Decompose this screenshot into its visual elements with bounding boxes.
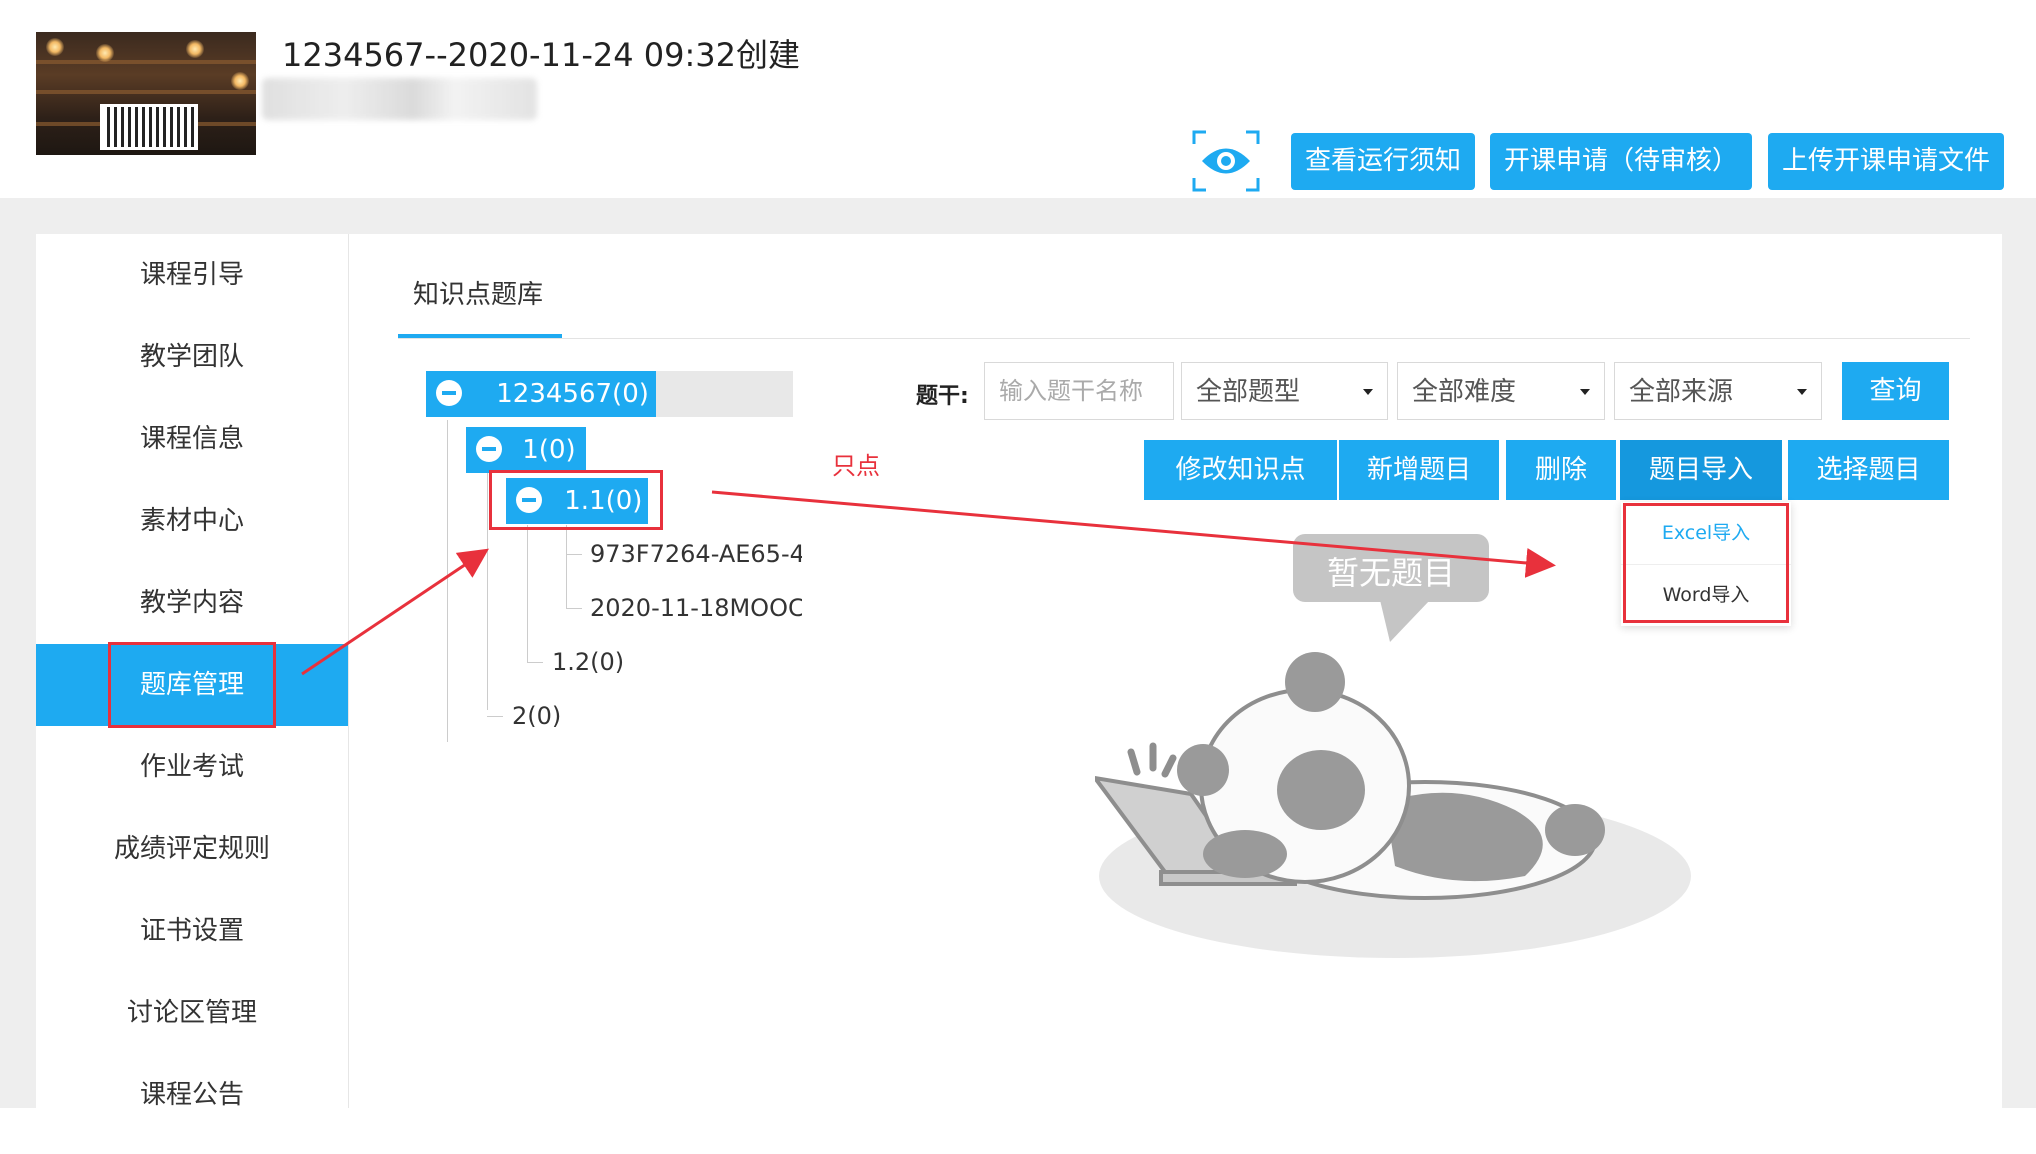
collapse-icon[interactable] — [516, 486, 542, 513]
annotation-note: 只点 — [832, 452, 880, 480]
tree-node-1-label: 1(0) — [522, 435, 576, 465]
sidebar-item-course-info[interactable]: 课程信息 — [36, 398, 348, 481]
tree-connector — [447, 420, 448, 742]
sidebar: 课程引导 教学团队 课程信息 素材中心 教学内容 题库管理 作业考试 成绩评定规… — [36, 234, 349, 1108]
tree-node-1-2[interactable]: 1.2(0) — [552, 648, 624, 676]
upload-apply-file-button[interactable]: 上传开课申请文件 — [1768, 133, 2004, 190]
sidebar-item-material-center[interactable]: 素材中心 — [36, 480, 348, 563]
tab-knowledge-point-bank[interactable]: 知识点题库 — [413, 274, 543, 311]
tree-connector — [487, 470, 488, 710]
sidebar-item-homework-exam[interactable]: 作业考试 — [36, 726, 348, 809]
tree-leaf-question-a[interactable]: 973F7264-AE65-4 — [590, 540, 802, 568]
tree-node-root[interactable]: 1234567(0) — [426, 371, 656, 417]
import-questions-button[interactable]: 题目导入 — [1620, 440, 1782, 500]
tree-node-2[interactable]: 2(0) — [512, 702, 561, 730]
tree-node-1[interactable]: 1(0) — [466, 427, 586, 473]
course-apply-button[interactable]: 开课申请（待审核） — [1490, 133, 1752, 190]
sidebar-item-teaching-content[interactable]: 教学内容 — [36, 562, 348, 645]
tree-connector — [566, 554, 582, 555]
tree-connector — [527, 525, 528, 663]
question-type-value: 全部题型 — [1196, 377, 1301, 407]
tree-node-root-highlight — [656, 371, 793, 417]
collapse-icon[interactable] — [436, 379, 462, 406]
preview-eye-icon[interactable] — [1192, 130, 1260, 192]
view-run-notes-button[interactable]: 查看运行须知 — [1291, 133, 1475, 190]
tree-node-1-1[interactable]: 1.1(0) — [506, 478, 648, 524]
caret-down-icon — [1797, 389, 1807, 395]
add-question-button[interactable]: 新增题目 — [1339, 440, 1499, 500]
question-type-select[interactable]: 全部题型 — [1181, 362, 1388, 420]
stem-search-input[interactable] — [984, 362, 1174, 420]
course-title: 1234567--2020-11-24 09:32创建 — [282, 36, 800, 74]
edit-knowledge-point-button[interactable]: 修改知识点 — [1144, 440, 1337, 500]
sidebar-item-announcement[interactable]: 课程公告 — [36, 1054, 348, 1108]
import-dropdown-menu: Excel导入 Word导入 — [1621, 502, 1791, 626]
course-subtitle-redacted — [262, 78, 537, 120]
sidebar-item-grading-rules[interactable]: 成绩评定规则 — [36, 808, 348, 891]
tree-leaf-question-b[interactable]: 2020-11-18MOOC, — [590, 594, 802, 622]
query-button[interactable]: 查询 — [1842, 362, 1949, 420]
source-value: 全部来源 — [1629, 377, 1734, 407]
tab-divider — [398, 338, 1970, 339]
empty-speech-bubble-tail — [1380, 600, 1430, 642]
sidebar-item-discussion[interactable]: 讨论区管理 — [36, 972, 348, 1055]
caret-down-icon — [1363, 389, 1373, 395]
collapse-icon[interactable] — [476, 435, 502, 462]
tree-connector — [487, 716, 503, 717]
sidebar-item-certificate[interactable]: 证书设置 — [36, 890, 348, 973]
difficulty-value: 全部难度 — [1412, 377, 1517, 407]
select-questions-button[interactable]: 选择题目 — [1788, 440, 1949, 500]
delete-button[interactable]: 删除 — [1506, 440, 1616, 500]
source-select[interactable]: 全部来源 — [1614, 362, 1822, 420]
tree-connector — [527, 662, 543, 663]
page-footer-band — [0, 1108, 2036, 1154]
tree-connector — [566, 525, 567, 609]
tree-node-root-label: 1234567(0) — [496, 379, 649, 409]
sidebar-item-question-bank[interactable]: 题库管理 — [36, 644, 348, 727]
empty-panda-illustration — [1090, 640, 1695, 960]
stem-label: 题干: — [916, 384, 969, 409]
sidebar-item-course-guide[interactable]: 课程引导 — [36, 234, 348, 317]
empty-state-text: 暂无题目 — [1326, 554, 1455, 592]
caret-down-icon — [1580, 389, 1590, 395]
sidebar-item-teaching-team[interactable]: 教学团队 — [36, 316, 348, 399]
difficulty-select[interactable]: 全部难度 — [1397, 362, 1605, 420]
word-import-option[interactable]: Word导入 — [1621, 564, 1791, 626]
excel-import-option[interactable]: Excel导入 — [1621, 502, 1791, 565]
course-cover-image — [36, 32, 256, 155]
tree-node-1-1-label: 1.1(0) — [564, 486, 643, 516]
tree-connector — [566, 608, 582, 609]
